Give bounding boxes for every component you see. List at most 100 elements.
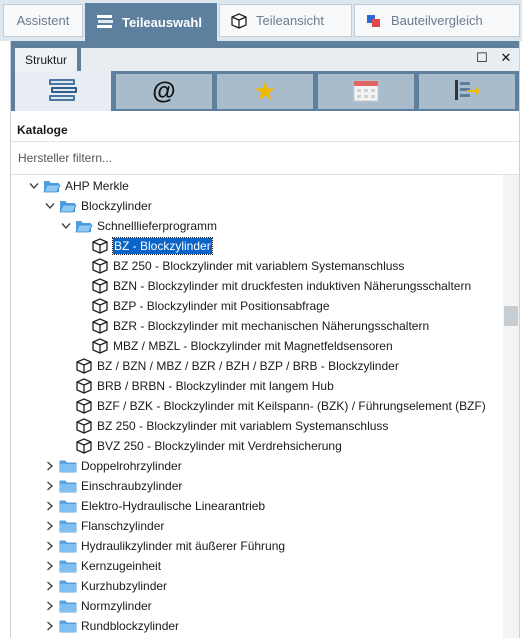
tab-teileansicht-label: Teileansicht — [256, 13, 324, 28]
tree-item-part[interactable]: BRB / BRBN - Blockzylinder mit langem Hu… — [75, 376, 334, 396]
tree-node-folder[interactable]: Einschraubzylinder — [43, 476, 182, 496]
tree-item-label: BVZ 250 - Blockzylinder mit Verdrehsiche… — [97, 439, 342, 453]
tree-item-label: BZ 250 - Blockzylinder mit variablem Sys… — [97, 419, 389, 433]
cube-icon — [91, 238, 109, 254]
chevron-right-icon[interactable] — [43, 479, 57, 493]
top-tab-bar: Assistent Teileauswahl Teileansicht Baut… — [0, 0, 522, 41]
folder-icon — [59, 478, 77, 494]
tree-node-folder[interactable]: Flanschzylinder — [43, 516, 164, 536]
tree-node-group[interactable]: Blockzylinder — [43, 196, 152, 216]
tree-node-label: Blockzylinder — [81, 199, 152, 213]
cube-icon — [91, 258, 109, 274]
chevron-right-icon[interactable] — [43, 499, 57, 513]
tree-item-part[interactable]: BZ / BZN / MBZ / BZR / BZH / BZP / BRB -… — [75, 356, 399, 376]
folder-icon — [59, 578, 77, 594]
tree-node-manufacturer[interactable]: AHP Merkle — [27, 176, 129, 196]
cube-icon — [75, 418, 93, 434]
chevron-right-icon[interactable] — [43, 579, 57, 593]
tree-item-part[interactable]: BZ 250 - Blockzylinder mit variablem Sys… — [91, 256, 404, 276]
tree-node-label: Doppelrohrzylinder — [81, 459, 182, 473]
tab-teileansicht[interactable]: Teileansicht — [219, 4, 352, 37]
tree-item-label: BZP - Blockzylinder mit Positionsabfrage — [113, 299, 330, 313]
tree-node-label: Einschraubzylinder — [81, 479, 183, 493]
tree-item-part[interactable]: BZP - Blockzylinder mit Positionsabfrage — [91, 296, 330, 316]
cube-icon — [91, 278, 109, 294]
close-icon[interactable]: ✕ — [497, 49, 515, 67]
folder-open-icon — [59, 198, 77, 214]
chevron-right-icon[interactable] — [43, 599, 57, 613]
tab-teileauswahl-label: Teileauswahl — [122, 14, 202, 30]
tree-node-label: Kernzugeinheit — [81, 559, 162, 573]
tree-node-subgroup[interactable]: Schnelllieferprogramm — [59, 216, 217, 236]
tree-node-label: Rundblockzylinder — [81, 619, 180, 633]
tab-teileauswahl[interactable]: Teileauswahl — [85, 3, 217, 41]
folder-icon — [59, 538, 77, 554]
tree-node-label: AHP Merkle — [65, 179, 129, 193]
tree-item-part[interactable]: MBZ / MBZL - Blockzylinder mit Magnetfel… — [91, 336, 393, 356]
at-search-button[interactable]: @ — [116, 74, 212, 109]
cube-icon — [230, 12, 248, 30]
struktur-panel: Struktur ☐ ✕ @ ★ Kataloge Hersteller fil… — [10, 41, 520, 638]
tab-assistent-label: Assistent — [16, 13, 70, 28]
folder-icon — [59, 518, 77, 534]
tree-node-label: Schnelllieferprogramm — [97, 219, 218, 233]
tree-item-part[interactable]: BZR - Blockzylinder mit mechanischen Näh… — [91, 316, 429, 336]
chevron-right-icon[interactable] — [43, 519, 57, 533]
manufacturer-filter[interactable] — [11, 141, 519, 175]
scrollbar-thumb[interactable] — [504, 306, 518, 326]
tree-item-label: BZ / BZN / MBZ / BZR / BZH / BZP / BRB -… — [97, 359, 399, 373]
tree-item-part[interactable]: BZ - Blockzylinder — [91, 236, 213, 256]
tree-item-part[interactable]: BVZ 250 - Blockzylinder mit Verdrehsiche… — [75, 436, 342, 456]
tree-item-part[interactable]: BZF / BZK - Blockzylinder mit Keilspann-… — [75, 396, 486, 416]
tree-node-folder[interactable]: Rundblockzylinder — [43, 616, 179, 636]
catalog-icon-bar: @ ★ — [11, 71, 519, 111]
tree-node-folder[interactable]: Elektro-Hydraulische Linearantrieb — [43, 496, 265, 516]
tree-node-label: Elektro-Hydraulische Linearantrieb — [81, 499, 266, 513]
cube-icon — [75, 358, 93, 374]
tree-item-label-selected: BZ - Blockzylinder — [112, 237, 213, 255]
tree-node-folder[interactable]: Kernzugeinheit — [43, 556, 161, 576]
tree-node-folder[interactable]: Hydraulikzylinder mit äußerer Führung — [43, 536, 285, 556]
chevron-right-icon[interactable] — [43, 619, 57, 633]
section-label-kataloge: Kataloge — [17, 123, 68, 137]
tab-assistent[interactable]: Assistent — [3, 4, 83, 37]
folder-icon — [59, 498, 77, 514]
chevron-down-icon[interactable] — [59, 219, 73, 233]
tree-scrollbar[interactable] — [503, 175, 519, 638]
tree-item-label: MBZ / MBZL - Blockzylinder mit Magnetfel… — [113, 339, 393, 353]
folder-open-icon — [75, 218, 93, 234]
export-button[interactable] — [419, 74, 515, 109]
tree-node-label: Kurzhubzylinder — [81, 579, 168, 593]
tree-item-part[interactable]: BZ 250 - Blockzylinder mit variablem Sys… — [75, 416, 388, 436]
tree-node-label: Hydraulikzylinder mit äußerer Führung — [81, 539, 286, 553]
cube-icon — [75, 438, 93, 454]
chevron-right-icon[interactable] — [43, 459, 57, 473]
maximize-icon[interactable]: ☐ — [473, 49, 491, 67]
calendar-icon — [353, 78, 379, 105]
tree-node-folder[interactable]: Doppelrohrzylinder — [43, 456, 182, 476]
tree-item-label: BZR - Blockzylinder mit mechanischen Näh… — [113, 319, 430, 333]
chevron-right-icon[interactable] — [43, 559, 57, 573]
tree-node-folder[interactable]: Normzylinder — [43, 596, 152, 616]
chevron-down-icon[interactable] — [27, 179, 41, 193]
calendar-button[interactable] — [318, 74, 414, 109]
favorites-button[interactable]: ★ — [217, 74, 313, 109]
catalogs-button[interactable] — [15, 71, 111, 111]
tab-bauteilvergleich[interactable]: Bauteilvergleich — [354, 4, 520, 37]
folder-icon — [59, 598, 77, 614]
compare-icon — [365, 12, 383, 30]
folder-icon — [59, 618, 77, 634]
cube-icon — [75, 398, 93, 414]
manufacturer-filter-input[interactable] — [11, 142, 519, 174]
chevron-down-icon[interactable] — [43, 199, 57, 213]
tree-item-part[interactable]: BZN - Blockzylinder mit druckfesten indu… — [91, 276, 471, 296]
tree-item-label: BZN - Blockzylinder mit druckfesten indu… — [113, 279, 472, 293]
at-sign-icon: @ — [152, 77, 176, 105]
panel-title[interactable]: Struktur — [15, 48, 77, 71]
cube-icon — [91, 338, 109, 354]
catalog-books-icon — [47, 77, 79, 106]
tree-node-folder[interactable]: Kurzhubzylinder — [43, 576, 167, 596]
tab-bauteilvergleich-label: Bauteilvergleich — [391, 13, 483, 28]
panel-header-strip — [81, 48, 519, 71]
chevron-right-icon[interactable] — [43, 539, 57, 553]
